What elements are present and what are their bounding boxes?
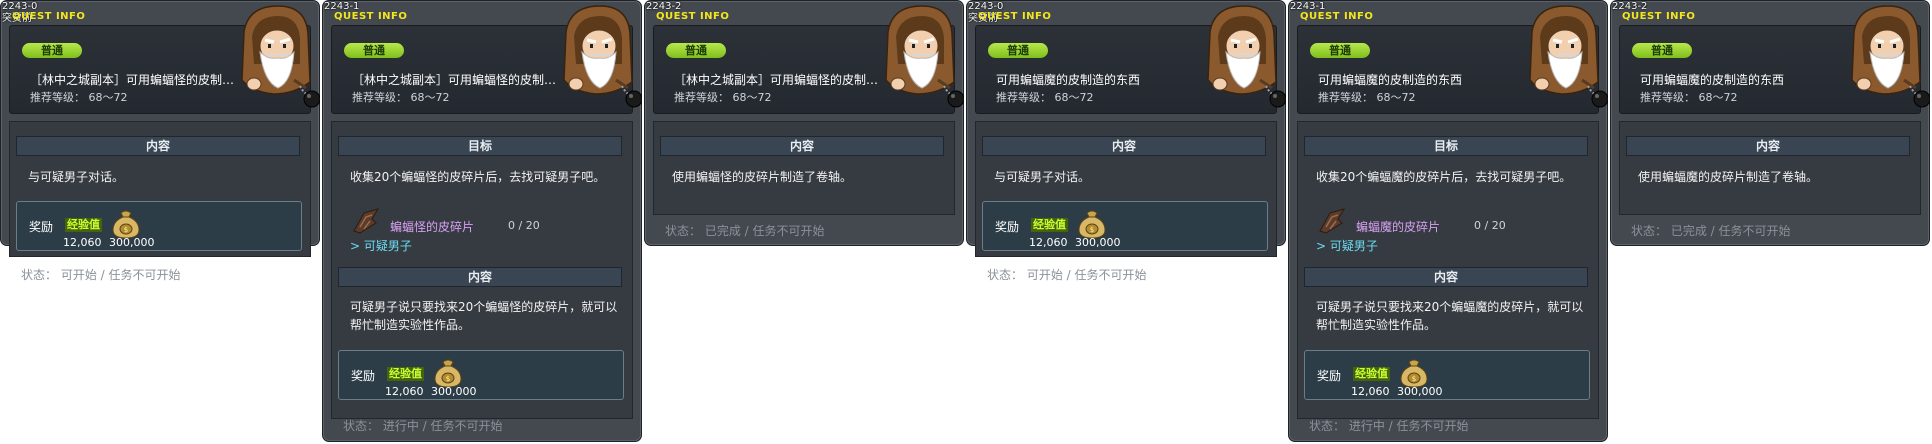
quest-info-title: QUEST INFO <box>656 11 730 22</box>
reward-label: 奖励 <box>995 220 1020 234</box>
npc-link[interactable]: > 可疑男子 <box>1316 237 1378 254</box>
leather-fragment-icon <box>350 205 382 237</box>
quest-status: 状态： 可开始 / 任务不可开始 <box>987 268 1147 282</box>
content-header: 内容 <box>1304 267 1588 287</box>
content-header: 内容 <box>660 136 944 156</box>
quest-info-panel: 2243-0 突贾前 QUEST INFO 普通 可用蝙蝠魔的皮制造的东西 推荐等级： 6… <box>966 0 1287 282</box>
money-bag-icon: $ <box>431 358 465 388</box>
recommended-level: 推荐等级： 68～72 <box>996 91 1094 104</box>
quest-info-panel: 2243-2 QUEST INFO 普通 可用蝙蝠魔的皮制造的东西 推荐等级： 68～7… <box>1610 0 1931 246</box>
npc-portrait-icon <box>1844 2 1931 110</box>
quest-status: 状态： 可开始 / 任务不可开始 <box>21 268 181 282</box>
exp-label: 经验值 <box>1353 367 1390 381</box>
npc-portrait-icon <box>1522 2 1609 110</box>
content-header: 内容 <box>982 136 1266 156</box>
npc-portrait-icon <box>1200 2 1287 110</box>
content-text: 使用蝙蝠怪的皮碎片制造了卷轴。 <box>672 170 853 184</box>
mesos-value: 300,000 <box>109 236 155 249</box>
reward-box: 奖励 经验值 12,060 $ 300,000 <box>338 350 624 400</box>
difficulty-badge: 普通 <box>666 43 726 58</box>
reward-label: 奖励 <box>351 369 376 383</box>
recommended-level: 推荐等级： 68～72 <box>1318 91 1416 104</box>
quest-status: 状态： 已完成 / 任务不可开始 <box>1631 224 1791 238</box>
item-count: 0 / 20 <box>508 219 540 232</box>
exp-value: 12,060 <box>1029 236 1068 249</box>
quest-info-title: QUEST INFO <box>1622 11 1696 22</box>
difficulty-badge: 普通 <box>344 43 404 58</box>
quest-title: ［林中之城副本］可用蝙蝠怪的皮制… <box>352 73 557 87</box>
item-name: 蝙蝠怪的皮碎片 <box>390 220 475 234</box>
item-count: 0 / 20 <box>1474 219 1506 232</box>
quest-status: 状态： 进行中 / 任务不可开始 <box>1309 419 1469 433</box>
quest-info-title: QUEST INFO <box>978 11 1052 22</box>
goal-header: 目标 <box>1304 136 1588 156</box>
content-text: 可疑男子说只要找来20个蝙蝠魔的皮碎片，就可以帮忙制造实验性作品。 <box>1316 300 1584 332</box>
exp-value: 12,060 <box>385 385 424 398</box>
recommended-level: 推荐等级： 68～72 <box>674 91 772 104</box>
quest-info-panel: 2243-1 QUEST INFO 普通 可用蝙蝠魔的皮制造的东西 推荐等级： 68～7… <box>1288 0 1609 442</box>
quest-title: 可用蝙蝠魔的皮制造的东西 <box>996 73 1141 87</box>
goal-text: 收集20个蝙蝠怪的皮碎片后，去找可疑男子吧。 <box>350 170 606 184</box>
difficulty-badge: 普通 <box>1632 43 1692 58</box>
content-text: 与可疑男子对话。 <box>28 170 125 184</box>
content-header: 内容 <box>1626 136 1910 156</box>
money-bag-icon: $ <box>1075 209 1109 239</box>
exp-label: 经验值 <box>387 367 424 381</box>
quest-info-title: QUEST INFO <box>12 11 86 22</box>
mesos-value: 300,000 <box>431 385 477 398</box>
svg-text:$: $ <box>446 375 450 383</box>
npc-portrait-icon <box>556 2 643 110</box>
item-name: 蝙蝠魔的皮碎片 <box>1356 220 1441 234</box>
difficulty-badge: 普通 <box>22 43 82 58</box>
svg-text:$: $ <box>124 226 128 234</box>
quest-info-panel: 2243-2 QUEST INFO 普通 ［林中之城副本］可用蝙蝠怪的皮制… 推荐等级：… <box>644 0 965 246</box>
quest-title: 可用蝙蝠魔的皮制造的东西 <box>1318 73 1463 87</box>
reward-box: 奖励 经验值 12,060 $ 300,000 <box>1304 350 1590 400</box>
goal-text: 收集20个蝙蝠魔的皮碎片后，去找可疑男子吧。 <box>1316 170 1572 184</box>
reward-label: 奖励 <box>29 220 54 234</box>
content-header: 内容 <box>16 136 300 156</box>
npc-link[interactable]: > 可疑男子 <box>350 237 412 254</box>
leather-fragment-icon <box>1316 205 1348 237</box>
exp-value: 12,060 <box>1351 385 1390 398</box>
recommended-level: 推荐等级： 68～72 <box>30 91 128 104</box>
npc-portrait-icon <box>234 2 321 110</box>
content-text: 与可疑男子对话。 <box>994 170 1091 184</box>
quest-status: 状态： 进行中 / 任务不可开始 <box>343 419 503 433</box>
reward-box: 奖励 经验值 12,060 $ 300,000 <box>16 201 302 251</box>
recommended-level: 推荐等级： 68～72 <box>1640 91 1738 104</box>
exp-value: 12,060 <box>63 236 102 249</box>
exp-label: 经验值 <box>65 218 102 232</box>
content-header: 内容 <box>338 267 622 287</box>
recommended-level: 推荐等级： 68～72 <box>352 91 450 104</box>
content-text: 使用蝙蝠魔的皮碎片制造了卷轴。 <box>1638 170 1819 184</box>
content-text: 可疑男子说只要找来20个蝙蝠怪的皮碎片，就可以帮忙制造实验性作品。 <box>350 300 618 332</box>
difficulty-badge: 普通 <box>1310 43 1370 58</box>
reward-label: 奖励 <box>1317 369 1342 383</box>
quest-status: 状态： 已完成 / 任务不可开始 <box>665 224 825 238</box>
exp-label: 经验值 <box>1031 218 1068 232</box>
quest-title: 可用蝙蝠魔的皮制造的东西 <box>1640 73 1785 87</box>
money-bag-icon: $ <box>1397 358 1431 388</box>
reward-box: 奖励 经验值 12,060 $ 300,000 <box>982 201 1268 251</box>
quest-info-title: QUEST INFO <box>334 11 408 22</box>
mesos-value: 300,000 <box>1075 236 1121 249</box>
money-bag-icon: $ <box>109 209 143 239</box>
quest-info-stage: 2243-0 突贾前 QUEST INFO 普通 ［林中之城副本］可用蝙蝠怪的皮制… 推荐… <box>0 0 1932 444</box>
quest-title: ［林中之城副本］可用蝙蝠怪的皮制… <box>674 73 879 87</box>
quest-info-panel: 2243-0 突贾前 QUEST INFO 普通 ［林中之城副本］可用蝙蝠怪的皮制… 推荐… <box>0 0 321 282</box>
svg-text:$: $ <box>1412 375 1416 383</box>
quest-info-panel: 2243-1 QUEST INFO 普通 ［林中之城副本］可用蝙蝠怪的皮制… 推荐等级：… <box>322 0 643 442</box>
mesos-value: 300,000 <box>1397 385 1443 398</box>
difficulty-badge: 普通 <box>988 43 1048 58</box>
quest-title: ［林中之城副本］可用蝙蝠怪的皮制… <box>30 73 235 87</box>
svg-text:$: $ <box>1090 226 1094 234</box>
goal-header: 目标 <box>338 136 622 156</box>
quest-info-title: QUEST INFO <box>1300 11 1374 22</box>
npc-portrait-icon <box>878 2 965 110</box>
